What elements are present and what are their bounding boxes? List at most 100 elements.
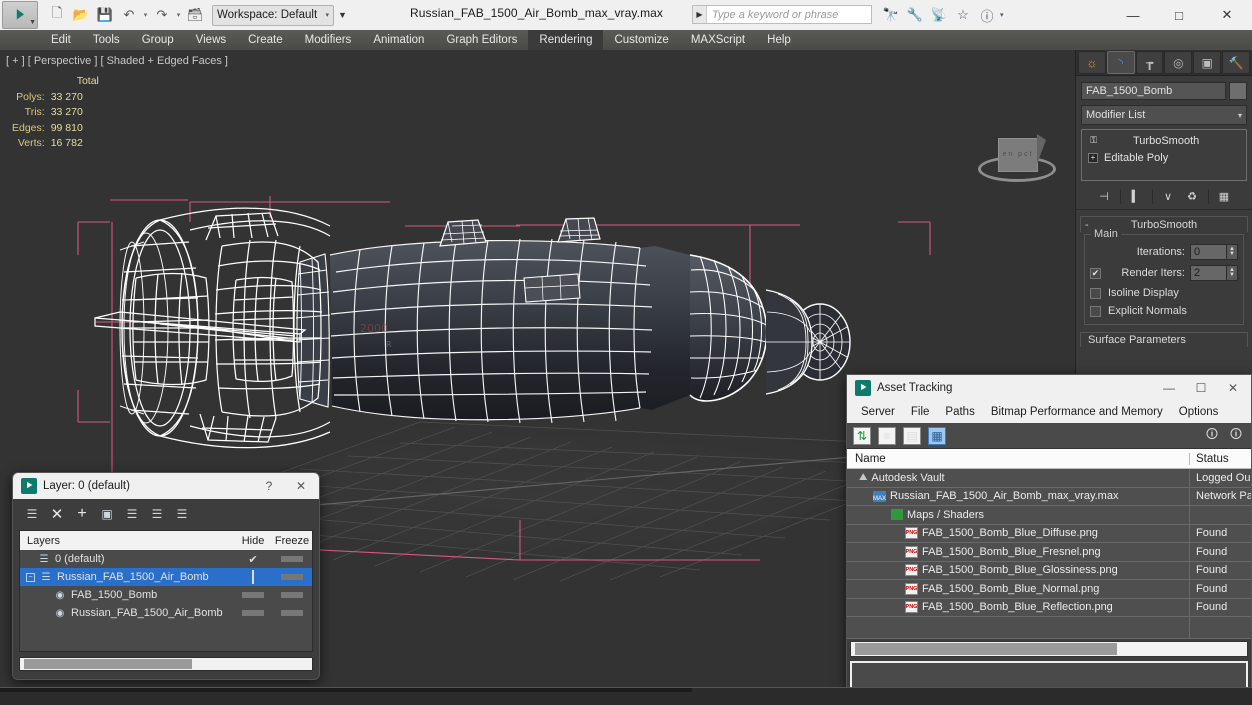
table-row[interactable]: Maps / Shaders [847, 506, 1251, 525]
configure-modifier-sets-icon[interactable]: ▦ [1216, 188, 1233, 205]
expand-icon[interactable]: − [26, 572, 35, 582]
make-unique-icon[interactable]: ∨ [1160, 188, 1177, 205]
add-selection-to-layer-icon[interactable]: ☰ [123, 505, 141, 523]
asset-horizontal-scrollbar[interactable] [850, 641, 1248, 657]
table-row[interactable]: PNG FAB_1500_Bomb_Blue_Glossiness.png Fo… [847, 561, 1251, 580]
utilities-tab[interactable]: 🔨 [1222, 51, 1250, 74]
add-layer-icon[interactable]: + [73, 505, 91, 523]
redo-icon[interactable]: ↷ [151, 4, 173, 26]
save-file-icon[interactable]: 💾 [94, 4, 116, 26]
open-file-icon[interactable]: 📂 [70, 4, 92, 26]
asset-menu-file[interactable]: File [903, 406, 938, 418]
asset-menu-bitmap-performance[interactable]: Bitmap Performance and Memory [983, 406, 1171, 418]
stack-item-editable-poly[interactable]: + Editable Poly [1082, 149, 1246, 166]
table-row[interactable]: − ☰ Russian_FAB_1500_Air_Bomb [20, 568, 312, 586]
asset-maximize-button[interactable]: ☐ [1185, 375, 1217, 401]
layer-freeze-cell[interactable] [272, 571, 312, 583]
table-row[interactable]: ⛰ Autodesk Vault Logged Ou [847, 469, 1251, 488]
layer-dialog-titlebar[interactable]: ⯈ Layer: 0 (default) ? ✕ [13, 473, 319, 499]
layer-hide-cell[interactable] [234, 607, 272, 619]
table-row[interactable]: ◉ Russian_FAB_1500_Air_Bomb [20, 604, 312, 622]
minimize-button[interactable]: — [1110, 0, 1156, 30]
help-icon[interactable]: ⓘ [976, 4, 998, 26]
motion-tab[interactable]: ◎ [1164, 51, 1193, 74]
layer-horizontal-scrollbar[interactable] [19, 657, 313, 671]
render-iters-checkbox[interactable]: ✔ [1090, 267, 1101, 279]
asset-menu-options[interactable]: Options [1171, 406, 1227, 418]
menu-item-help[interactable]: Help [756, 30, 802, 50]
menu-item-customize[interactable]: Customize [603, 30, 679, 50]
table-row[interactable]: ◉ FAB_1500_Bomb [20, 586, 312, 604]
layer-list[interactable]: Layers Hide Freeze ☰ 0 (default) ✔ − ☰ R… [19, 530, 313, 652]
iterations-spinner[interactable]: 0 ▲ ▼ [1190, 244, 1238, 260]
layer-current-check[interactable]: ✔ [234, 553, 272, 566]
table-row[interactable]: PNG FAB_1500_Bomb_Blue_Normal.png Found [847, 580, 1251, 599]
help-caret-icon[interactable]: ▾ [1000, 11, 1004, 19]
layer-dialog-help-button[interactable]: ? [253, 473, 285, 499]
layer-freeze-cell[interactable] [272, 607, 312, 619]
layer-dialog-close-button[interactable]: ✕ [285, 473, 317, 499]
menu-item-modifiers[interactable]: Modifiers [294, 30, 363, 50]
help-icon[interactable]: 🛈 [1203, 427, 1221, 445]
plus-box-icon[interactable]: + [1088, 152, 1098, 163]
table-row[interactable]: PNG FAB_1500_Bomb_Blue_Reflection.png Fo… [847, 598, 1251, 617]
layer-freeze-cell[interactable] [272, 553, 312, 565]
iterations-spinner-arrows[interactable]: ▲ ▼ [1227, 244, 1238, 260]
menu-item-edit[interactable]: Edit [40, 30, 82, 50]
layer-dialog[interactable]: ⯈ Layer: 0 (default) ? ✕ ☰ ✕ + ▣ ☰ ☰ ☰ L… [12, 472, 320, 680]
select-highlighted-layer-icon[interactable]: ☰ [148, 505, 166, 523]
menu-item-group[interactable]: Group [131, 30, 185, 50]
redo-dropdown-icon[interactable]: ▾ [175, 11, 182, 19]
new-file-icon[interactable]: 🗋 [46, 4, 68, 26]
asset-dialog-titlebar[interactable]: ⯈ Asset Tracking — ☐ ✕ [847, 375, 1251, 401]
binoculars-icon[interactable]: 🔭 [880, 4, 902, 26]
star-icon[interactable]: ☆ [952, 4, 974, 26]
asset-close-button[interactable]: ✕ [1217, 375, 1249, 401]
asset-tracking-dialog[interactable]: ⯈ Asset Tracking — ☐ ✕ Server File Paths… [846, 374, 1252, 694]
isoline-display-checkbox[interactable] [1090, 287, 1101, 299]
layer-hide-cell[interactable] [234, 570, 272, 584]
light-bulb-icon[interactable]: ⚿ [1088, 135, 1099, 146]
set-current-layer-icon[interactable]: ☰ [173, 505, 191, 523]
render-iters-spinner-arrows[interactable]: ▲ ▼ [1227, 265, 1238, 281]
layer-freeze-cell[interactable] [272, 589, 312, 601]
asset-menu-server[interactable]: Server [853, 406, 903, 418]
explicit-normals-row[interactable]: Explicit Normals [1090, 305, 1238, 317]
modifier-list-dropdown[interactable]: Modifier List ▾ [1081, 105, 1247, 125]
render-iters-spinner[interactable]: 2 ▲ ▼ [1190, 265, 1238, 281]
refresh-icon[interactable]: ⇅ [853, 426, 871, 445]
scrollbar-thumb[interactable] [855, 643, 1117, 655]
display-tab[interactable]: ▣ [1193, 51, 1222, 74]
select-objects-in-layer-icon[interactable]: ▣ [98, 505, 116, 523]
help-alt-icon[interactable]: 🛈 [1227, 427, 1245, 445]
menu-item-graph-editors[interactable]: Graph Editors [435, 30, 528, 50]
asset-minimize-button[interactable]: — [1153, 375, 1185, 401]
menu-item-rendering[interactable]: Rendering [528, 30, 604, 50]
asset-menu-paths[interactable]: Paths [937, 406, 982, 418]
search-arrow-icon[interactable]: ▶ [693, 6, 707, 23]
menu-item-views[interactable]: Views [185, 30, 237, 50]
pin-stack-icon[interactable]: ⊣ [1096, 188, 1113, 205]
surface-parameters-rollout-header[interactable]: Surface Parameters [1080, 332, 1248, 347]
menu-item-maxscript[interactable]: MAXScript [680, 30, 756, 50]
table-row[interactable]: MAX Russian_FAB_1500_Air_Bomb_max_vray.m… [847, 487, 1251, 506]
close-button[interactable]: ✕ [1202, 0, 1252, 30]
app-logo-button[interactable]: ⯈ ▼ [2, 1, 38, 29]
bitmap-view-icon[interactable]: ▤ [903, 426, 921, 445]
table-row[interactable]: PNG FAB_1500_Bomb_Blue_Fresnel.png Found [847, 543, 1251, 562]
iterations-value[interactable]: 0 [1190, 244, 1227, 260]
hierarchy-tab[interactable]: ┲ [1135, 51, 1164, 74]
explicit-normals-checkbox[interactable] [1090, 305, 1101, 317]
grid-view-icon[interactable]: ▦ [928, 426, 946, 445]
new-layer-icon[interactable]: ☰ [23, 505, 41, 523]
layer-hide-cell[interactable] [234, 589, 272, 601]
collapse-icon[interactable]: - [1085, 219, 1089, 231]
show-end-result-icon[interactable]: ▍ [1128, 188, 1145, 205]
satellite-icon[interactable]: 📡 [928, 4, 950, 26]
create-tab[interactable]: ☼ [1078, 51, 1106, 74]
undo-icon[interactable]: ↶ [118, 4, 140, 26]
delete-layer-icon[interactable]: ✕ [48, 505, 66, 523]
object-name-field[interactable]: FAB_1500_Bomb [1081, 82, 1226, 100]
list-view-icon[interactable]: ≡ [878, 426, 896, 445]
table-row[interactable]: PNG FAB_1500_Bomb_Blue_Diffuse.png Found [847, 524, 1251, 543]
